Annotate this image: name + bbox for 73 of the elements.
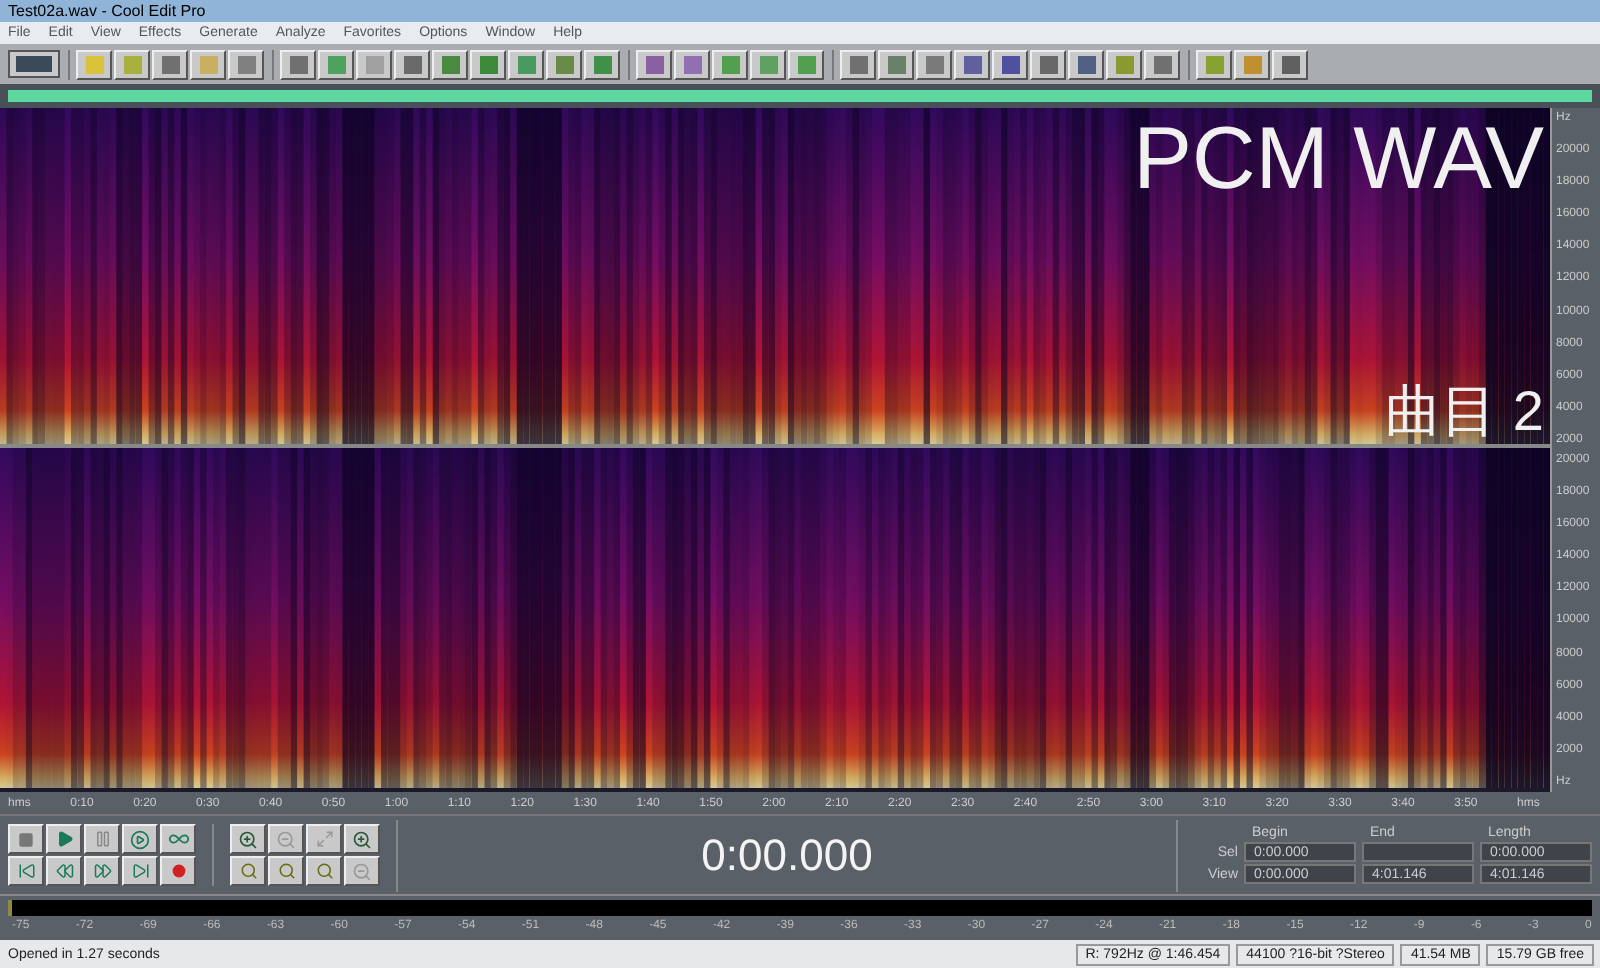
zoom-right-button[interactable] (268, 856, 304, 886)
stop-icon (18, 831, 34, 847)
tool-icon (517, 55, 535, 73)
overlay-title: PCM WAV (1133, 116, 1544, 204)
play-button[interactable] (46, 824, 82, 854)
zoom-full-button[interactable] (306, 824, 342, 854)
toolbar-button[interactable] (8, 50, 60, 78)
tool-icon (327, 55, 345, 73)
zoom-in-icon (238, 829, 258, 849)
pause-icon (93, 830, 111, 848)
stop-button[interactable] (8, 824, 44, 854)
skip-back-icon (17, 862, 35, 880)
record-button[interactable] (160, 856, 196, 886)
go-to-start-button[interactable] (8, 856, 44, 886)
tool-icon (1205, 55, 1223, 73)
tool-icon (403, 55, 421, 73)
time-display: 0:00.000 (701, 833, 873, 877)
tool-icon (1039, 55, 1057, 73)
zoom-in-icon (352, 829, 372, 849)
tool-icon (1001, 55, 1019, 73)
zoom-in-button[interactable] (230, 824, 266, 854)
tool-icon (759, 55, 777, 73)
tool-icon (479, 55, 497, 73)
tool-icon (555, 55, 573, 73)
tool-icon (887, 55, 905, 73)
expand-icon (315, 830, 333, 848)
search-icon (277, 862, 295, 880)
tool-icon (441, 55, 459, 73)
pause-button[interactable] (84, 824, 120, 854)
tool-icon (925, 55, 943, 73)
play-circle-icon (130, 829, 150, 849)
loop-button[interactable] (160, 824, 196, 854)
tool-icon (237, 55, 255, 73)
search-icon (315, 862, 333, 880)
go-to-end-button[interactable] (122, 856, 158, 886)
zoom-vertical-button[interactable] (344, 824, 380, 854)
rewind-icon (55, 862, 73, 880)
tool-icon (85, 55, 103, 73)
tool-icon (1077, 55, 1095, 73)
tool-icon (199, 55, 217, 73)
search-icon (239, 862, 257, 880)
fast-forward-icon (93, 862, 111, 880)
zoom-out-button[interactable] (268, 824, 304, 854)
rewind-button[interactable] (46, 856, 82, 886)
tool-icon (645, 55, 663, 73)
tool-icon (289, 55, 307, 73)
zoom-out-vertical-button[interactable] (344, 856, 380, 886)
tool-icon (593, 55, 611, 73)
play-icon (55, 830, 73, 848)
zoom-out-icon (276, 829, 296, 849)
fast-forward-button[interactable] (84, 856, 120, 886)
overlay-subtitle: 曲目 2 (1385, 384, 1544, 440)
loop-icon (167, 828, 189, 850)
tool-icon (123, 55, 141, 73)
time-field[interactable] (1362, 842, 1474, 862)
tool-icon (365, 55, 383, 73)
tool-icon (1243, 55, 1261, 73)
tool-icon (721, 55, 739, 73)
tool-icon (797, 55, 815, 73)
tool-icon (161, 55, 179, 73)
play-to-end-button[interactable] (122, 824, 158, 854)
window-title: Test02a.wav - Cool Edit Pro (8, 3, 206, 19)
zoom-left-button[interactable] (230, 856, 266, 886)
tool-icon (1115, 55, 1133, 73)
tool-icon (849, 55, 867, 73)
tool-icon (963, 55, 981, 73)
tool-icon (1281, 55, 1299, 73)
zoom-selection-button[interactable] (306, 856, 342, 886)
tool-icon (1153, 55, 1171, 73)
zoom-out-icon (352, 861, 372, 881)
tool-icon (683, 55, 701, 73)
record-icon (171, 864, 185, 878)
skip-forward-icon (131, 862, 149, 880)
